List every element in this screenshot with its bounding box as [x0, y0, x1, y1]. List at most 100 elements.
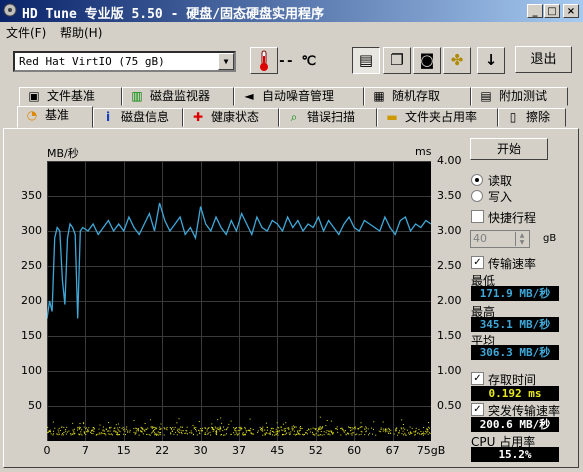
access-time-point — [234, 434, 236, 436]
tab-disk-monitor[interactable]: ▥ 磁盘监视器 — [122, 87, 234, 106]
access-time-point — [264, 434, 266, 436]
spinner-arrows-icon[interactable]: ▲ ▼ — [515, 232, 528, 246]
access-time-point — [361, 431, 363, 433]
access-time-point — [96, 434, 98, 436]
y-right-tick-label: 3.50 — [437, 189, 462, 202]
access-time-point — [380, 427, 382, 429]
tab-file-benchmark[interactable]: ▣ 文件基准 — [19, 87, 122, 106]
access-time-point — [159, 428, 161, 430]
access-time-point — [224, 429, 226, 431]
y-left-tick-label: 50 — [28, 399, 42, 412]
access-time-checkbox[interactable]: ✓ — [471, 372, 484, 385]
access-time-point — [351, 429, 353, 431]
y-right-tick-label: 2.50 — [437, 259, 462, 272]
chevron-down-icon[interactable]: ▼ — [218, 53, 234, 70]
access-time-point — [285, 422, 287, 424]
burst-rate-checkbox[interactable]: ✓ — [471, 403, 484, 416]
access-time-point — [326, 420, 328, 421]
tab-noise-management[interactable]: ◄ 自动噪音管理 — [234, 87, 364, 106]
access-time-point — [163, 434, 165, 436]
access-time-point — [170, 433, 172, 435]
access-time-point — [107, 430, 109, 432]
access-time-point — [108, 433, 110, 435]
exit-button[interactable]: 退出 — [515, 46, 572, 73]
access-time-point — [277, 433, 279, 435]
access-time-point — [312, 427, 314, 429]
access-time-point — [141, 427, 142, 429]
screenshot-button[interactable]: ◙ — [413, 47, 441, 74]
access-time-point — [243, 434, 245, 436]
temperature-button[interactable] — [250, 47, 278, 74]
access-time-point — [65, 433, 67, 435]
access-time-point — [85, 427, 87, 429]
access-time-point — [361, 426, 363, 428]
access-time-point — [409, 431, 411, 433]
tab-extra-tests[interactable]: ▤ 附加测试 — [471, 87, 568, 106]
access-time-point — [358, 434, 360, 436]
access-time-point — [417, 432, 418, 434]
maximize-button[interactable]: □ — [544, 4, 560, 18]
access-time-point — [63, 426, 65, 428]
access-time-point — [286, 432, 287, 434]
start-button[interactable]: 开始 — [470, 138, 548, 160]
options-button[interactable]: ✤ — [443, 47, 471, 74]
save-button[interactable]: ↓ — [477, 47, 505, 74]
copy-button[interactable]: ❐ — [383, 47, 411, 74]
tab-health[interactable]: ✚ 健康状态 — [183, 108, 279, 127]
access-time-point — [99, 424, 101, 426]
access-time-point — [83, 422, 85, 424]
tab-disk-info[interactable]: i 磁盘信息 — [93, 108, 183, 127]
erase-icon: ▯ — [509, 110, 517, 124]
access-time-point — [182, 430, 184, 432]
access-time-point — [320, 434, 321, 436]
menu-bar: 文件(F) 帮助(H) — [0, 22, 583, 41]
close-button[interactable]: × — [563, 4, 579, 18]
access-time-point — [423, 427, 425, 428]
access-time-point — [207, 432, 209, 434]
access-time-point — [241, 428, 243, 430]
access-time-point — [396, 428, 398, 430]
access-time-point — [178, 428, 180, 430]
access-time-point — [382, 428, 384, 430]
access-time-point — [77, 429, 79, 431]
access-time-point — [331, 430, 333, 432]
menu-file[interactable]: 文件(F) — [6, 24, 46, 41]
access-time-point — [285, 433, 287, 435]
access-time-point — [343, 431, 345, 433]
tab-folder-usage[interactable]: ▬ 文件夹占用率 — [377, 108, 498, 127]
access-time-point — [54, 427, 56, 429]
minimize-button[interactable]: _ — [527, 4, 543, 18]
access-time-point — [343, 430, 345, 432]
access-time-point — [299, 434, 301, 436]
drive-select[interactable]: Red Hat VirtIO (75 gB) ▼ — [13, 51, 236, 72]
transfer-rate-checkbox[interactable]: ✓ — [471, 256, 484, 269]
short-stroke-checkbox[interactable] — [471, 210, 484, 223]
access-time-point — [348, 426, 349, 428]
read-radio[interactable] — [471, 174, 483, 186]
access-time-point — [78, 428, 80, 430]
access-time-point — [118, 430, 120, 432]
access-time-point — [65, 429, 67, 431]
access-time-point — [403, 434, 404, 436]
menu-help[interactable]: 帮助(H) — [60, 24, 102, 41]
short-stroke-input[interactable]: 40 ▲ ▼ — [470, 230, 530, 248]
access-time-point — [308, 428, 309, 430]
access-time-point — [157, 434, 159, 436]
access-time-point — [410, 432, 412, 434]
access-time-point — [428, 422, 430, 424]
access-time-point — [230, 420, 232, 422]
tab-random-access[interactable]: ▦ 随机存取 — [364, 87, 471, 106]
access-time-point — [209, 431, 211, 433]
access-time-point — [296, 433, 297, 435]
access-time-point — [88, 427, 90, 429]
copy-text-button[interactable]: ▤ — [352, 47, 380, 74]
tab-benchmark[interactable]: ◔ 基准 — [17, 106, 93, 128]
benchmark-chart — [46, 161, 432, 442]
access-time-point — [215, 433, 217, 435]
access-time-point — [317, 431, 319, 433]
tab-error-scan[interactable]: ⌕ 错误扫描 — [279, 108, 377, 127]
access-time-point — [146, 434, 148, 435]
write-radio[interactable] — [471, 190, 483, 202]
tab-erase[interactable]: ▯ 擦除 — [498, 108, 566, 127]
title-bar[interactable]: HD Tune 专业版 5.50 - 硬盘/固态硬盘实用程序 _ □ × — [0, 0, 583, 22]
